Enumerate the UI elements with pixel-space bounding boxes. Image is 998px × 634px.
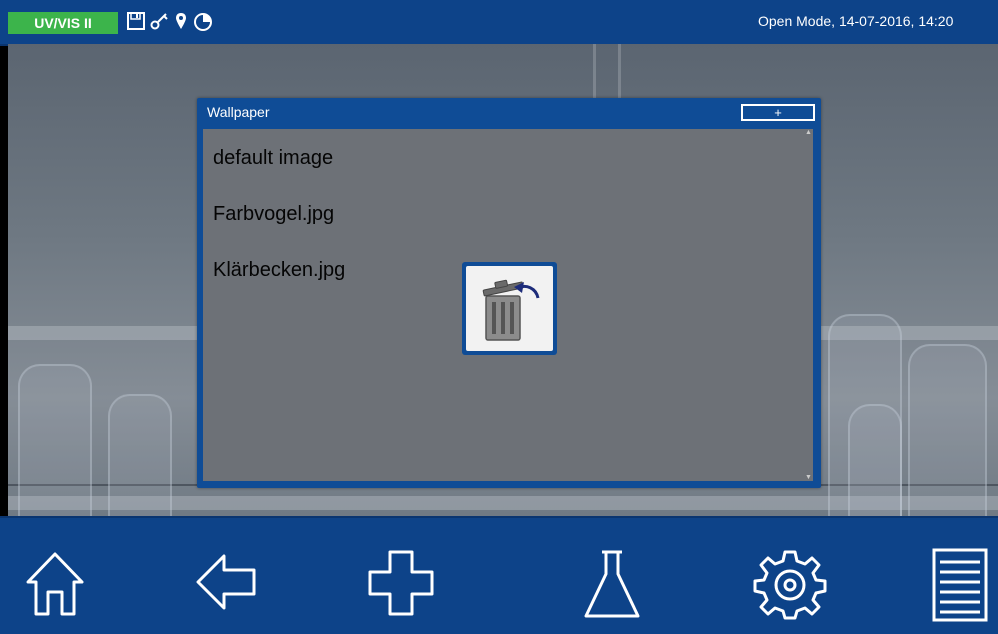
back-button[interactable] bbox=[194, 548, 260, 618]
timer-icon bbox=[192, 10, 214, 36]
gear-icon bbox=[753, 550, 827, 620]
flask-icon bbox=[584, 550, 640, 618]
mode-date-status: Open Mode, 14-07-2016, 14:20 bbox=[758, 13, 954, 29]
back-arrow-icon bbox=[196, 554, 256, 610]
menu-button[interactable] bbox=[930, 548, 990, 622]
add-button[interactable] bbox=[368, 548, 434, 618]
bottom-navigation bbox=[0, 516, 998, 634]
settings-button[interactable] bbox=[752, 548, 828, 620]
save-icon bbox=[126, 10, 146, 36]
measure-button[interactable] bbox=[582, 548, 642, 620]
list-item-default-image[interactable]: default image bbox=[213, 147, 333, 170]
key-icon bbox=[150, 10, 170, 36]
list-item-farbvogel[interactable]: Farbvogel.jpg bbox=[213, 203, 334, 226]
trash-icon bbox=[482, 279, 540, 341]
scroll-down-icon[interactable]: ▼ bbox=[805, 474, 812, 481]
home-icon bbox=[26, 552, 84, 616]
dialog-title: Wallpaper bbox=[207, 104, 270, 120]
top-status-bar: UV/VIS II Open Mode, 14-07-2016, 14:20 bbox=[0, 0, 998, 46]
delete-button[interactable] bbox=[462, 262, 557, 355]
plus-icon bbox=[368, 550, 434, 616]
product-badge: UV/VIS II bbox=[8, 12, 118, 34]
status-icons bbox=[126, 10, 214, 36]
location-pin-icon bbox=[174, 10, 188, 36]
add-wallpaper-button[interactable]: + bbox=[741, 104, 815, 121]
scrollbar[interactable]: ▲ ▼ bbox=[803, 129, 813, 481]
menu-list-icon bbox=[932, 548, 988, 622]
home-button[interactable] bbox=[22, 548, 88, 618]
scroll-up-icon[interactable]: ▲ bbox=[805, 129, 812, 136]
list-item-klaerbecken[interactable]: Klärbecken.jpg bbox=[213, 259, 345, 282]
